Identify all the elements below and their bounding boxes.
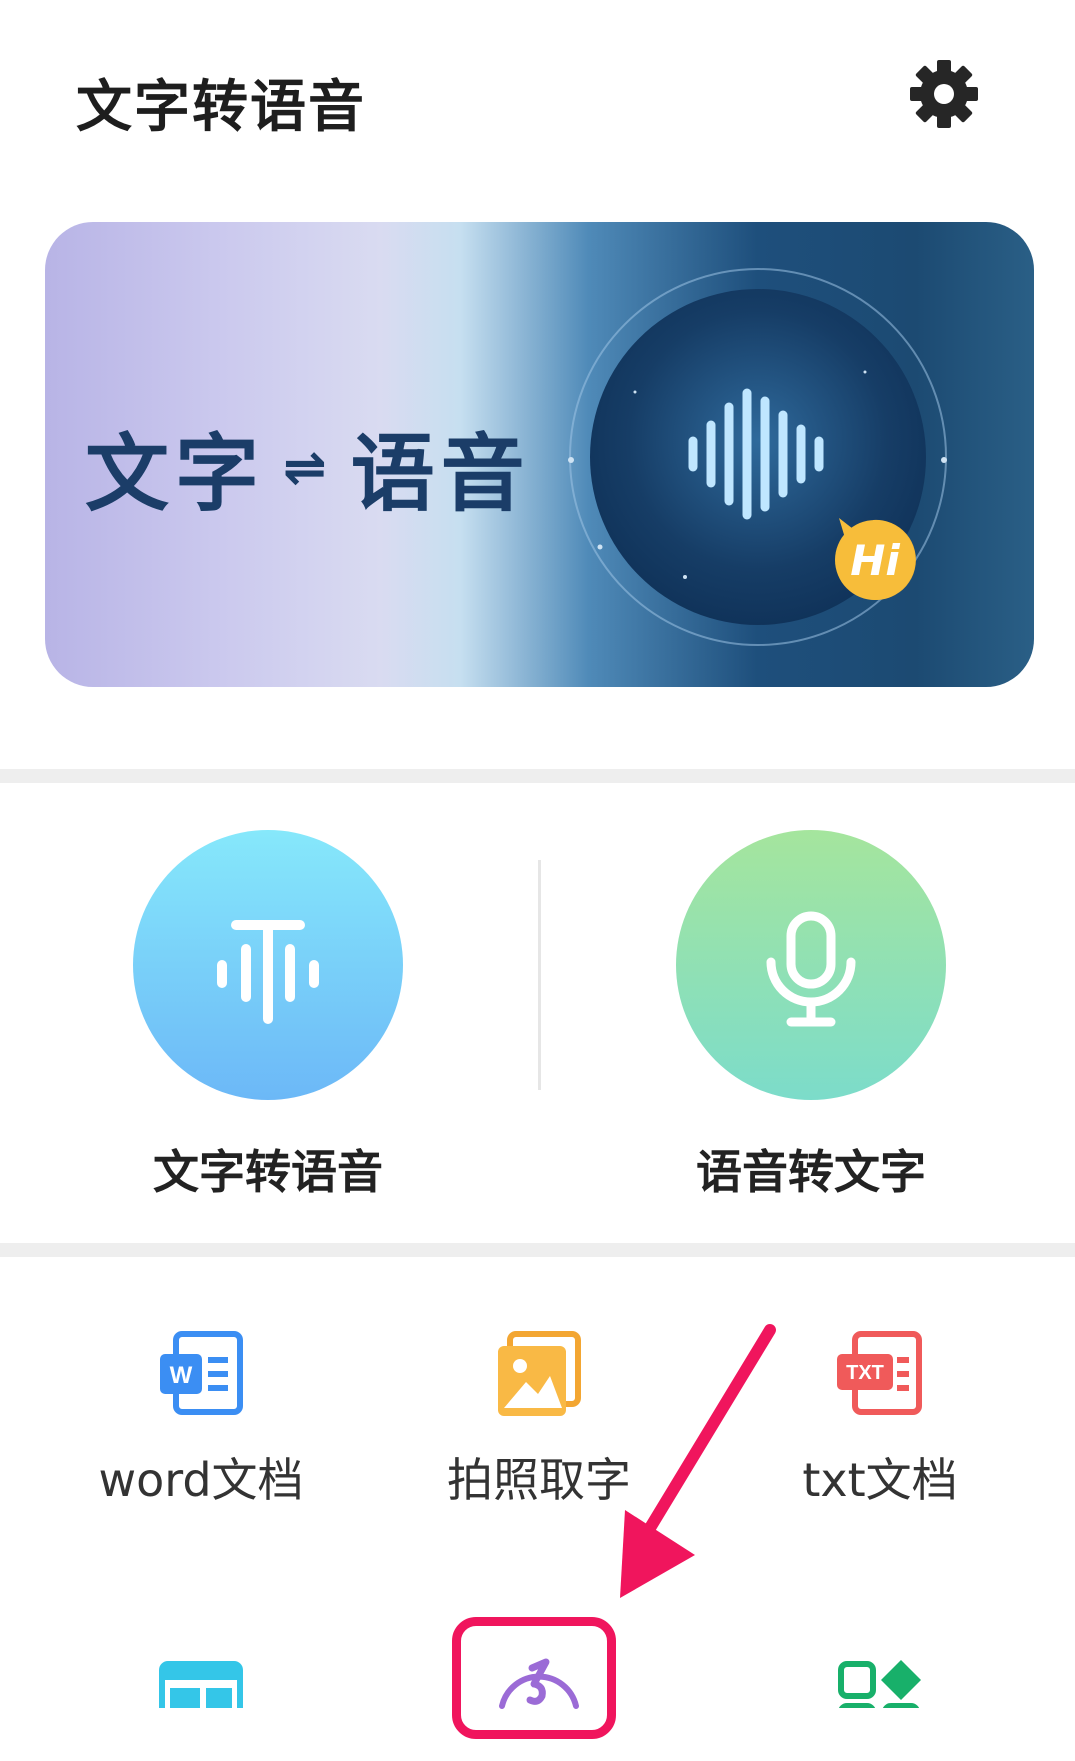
settings-button[interactable] xyxy=(908,58,980,130)
feature-text-to-speech[interactable]: 文字转语音 xyxy=(133,830,403,1202)
promo-banner[interactable]: 文字 ⇌ 语音 Hi xyxy=(45,222,1034,687)
soundwave-icon xyxy=(688,388,824,520)
apps-grid-icon xyxy=(838,1660,921,1708)
svg-text:W: W xyxy=(170,1362,193,1389)
section-divider xyxy=(0,1243,1075,1257)
bubble-text: Hi xyxy=(850,536,900,585)
banner-left-text: 文字 xyxy=(85,425,266,523)
tool-icon xyxy=(156,1660,246,1708)
tool-icon: W xyxy=(156,1330,246,1420)
text-to-speech-icon xyxy=(217,920,319,1024)
feature-circle xyxy=(133,830,403,1100)
hi-bubble: Hi xyxy=(825,512,925,602)
vertical-divider xyxy=(538,860,541,1090)
tool-word-document[interactable]: W word文档 xyxy=(51,1330,351,1510)
feature-speech-to-text[interactable]: 语音转文字 xyxy=(676,830,946,1202)
svg-text:TXT: TXT xyxy=(846,1362,884,1384)
tool-label: word文档 xyxy=(98,1453,304,1507)
tool-photo-ocr[interactable]: 拍照取字 xyxy=(389,1330,689,1510)
page-title: 文字转语音 xyxy=(76,75,366,140)
txt-doc-icon: TXT xyxy=(837,1331,922,1415)
webpage-icon xyxy=(159,1661,243,1708)
feature-circle xyxy=(676,830,946,1100)
top-bar: 文字转语音 xyxy=(0,0,1075,200)
banner-right-text: 语音 xyxy=(350,425,531,523)
feature-label: 文字转语音 xyxy=(153,1145,383,1199)
tool-icon xyxy=(835,1658,925,1708)
tool-more-apps[interactable] xyxy=(730,1658,1030,1708)
swap-arrows-icon: ⇌ xyxy=(283,437,333,498)
gear-icon xyxy=(910,60,978,128)
banner-headline: 文字 ⇌ 语音 xyxy=(85,407,531,528)
photo-icon xyxy=(498,1331,581,1416)
tool-label: txt文档 xyxy=(802,1453,958,1507)
tool-webpage[interactable] xyxy=(51,1660,351,1708)
word-doc-icon: W xyxy=(160,1331,243,1415)
tool-label: 拍照取字 xyxy=(447,1453,631,1507)
tool-icon xyxy=(494,1330,584,1420)
tool-txt-document[interactable]: TXT txt文档 xyxy=(730,1330,1030,1510)
microphone-icon xyxy=(766,911,856,1027)
tool-icon: TXT xyxy=(835,1330,925,1420)
highlight-box xyxy=(452,1617,616,1739)
section-divider xyxy=(0,769,1075,783)
feature-label: 语音转文字 xyxy=(696,1145,926,1199)
